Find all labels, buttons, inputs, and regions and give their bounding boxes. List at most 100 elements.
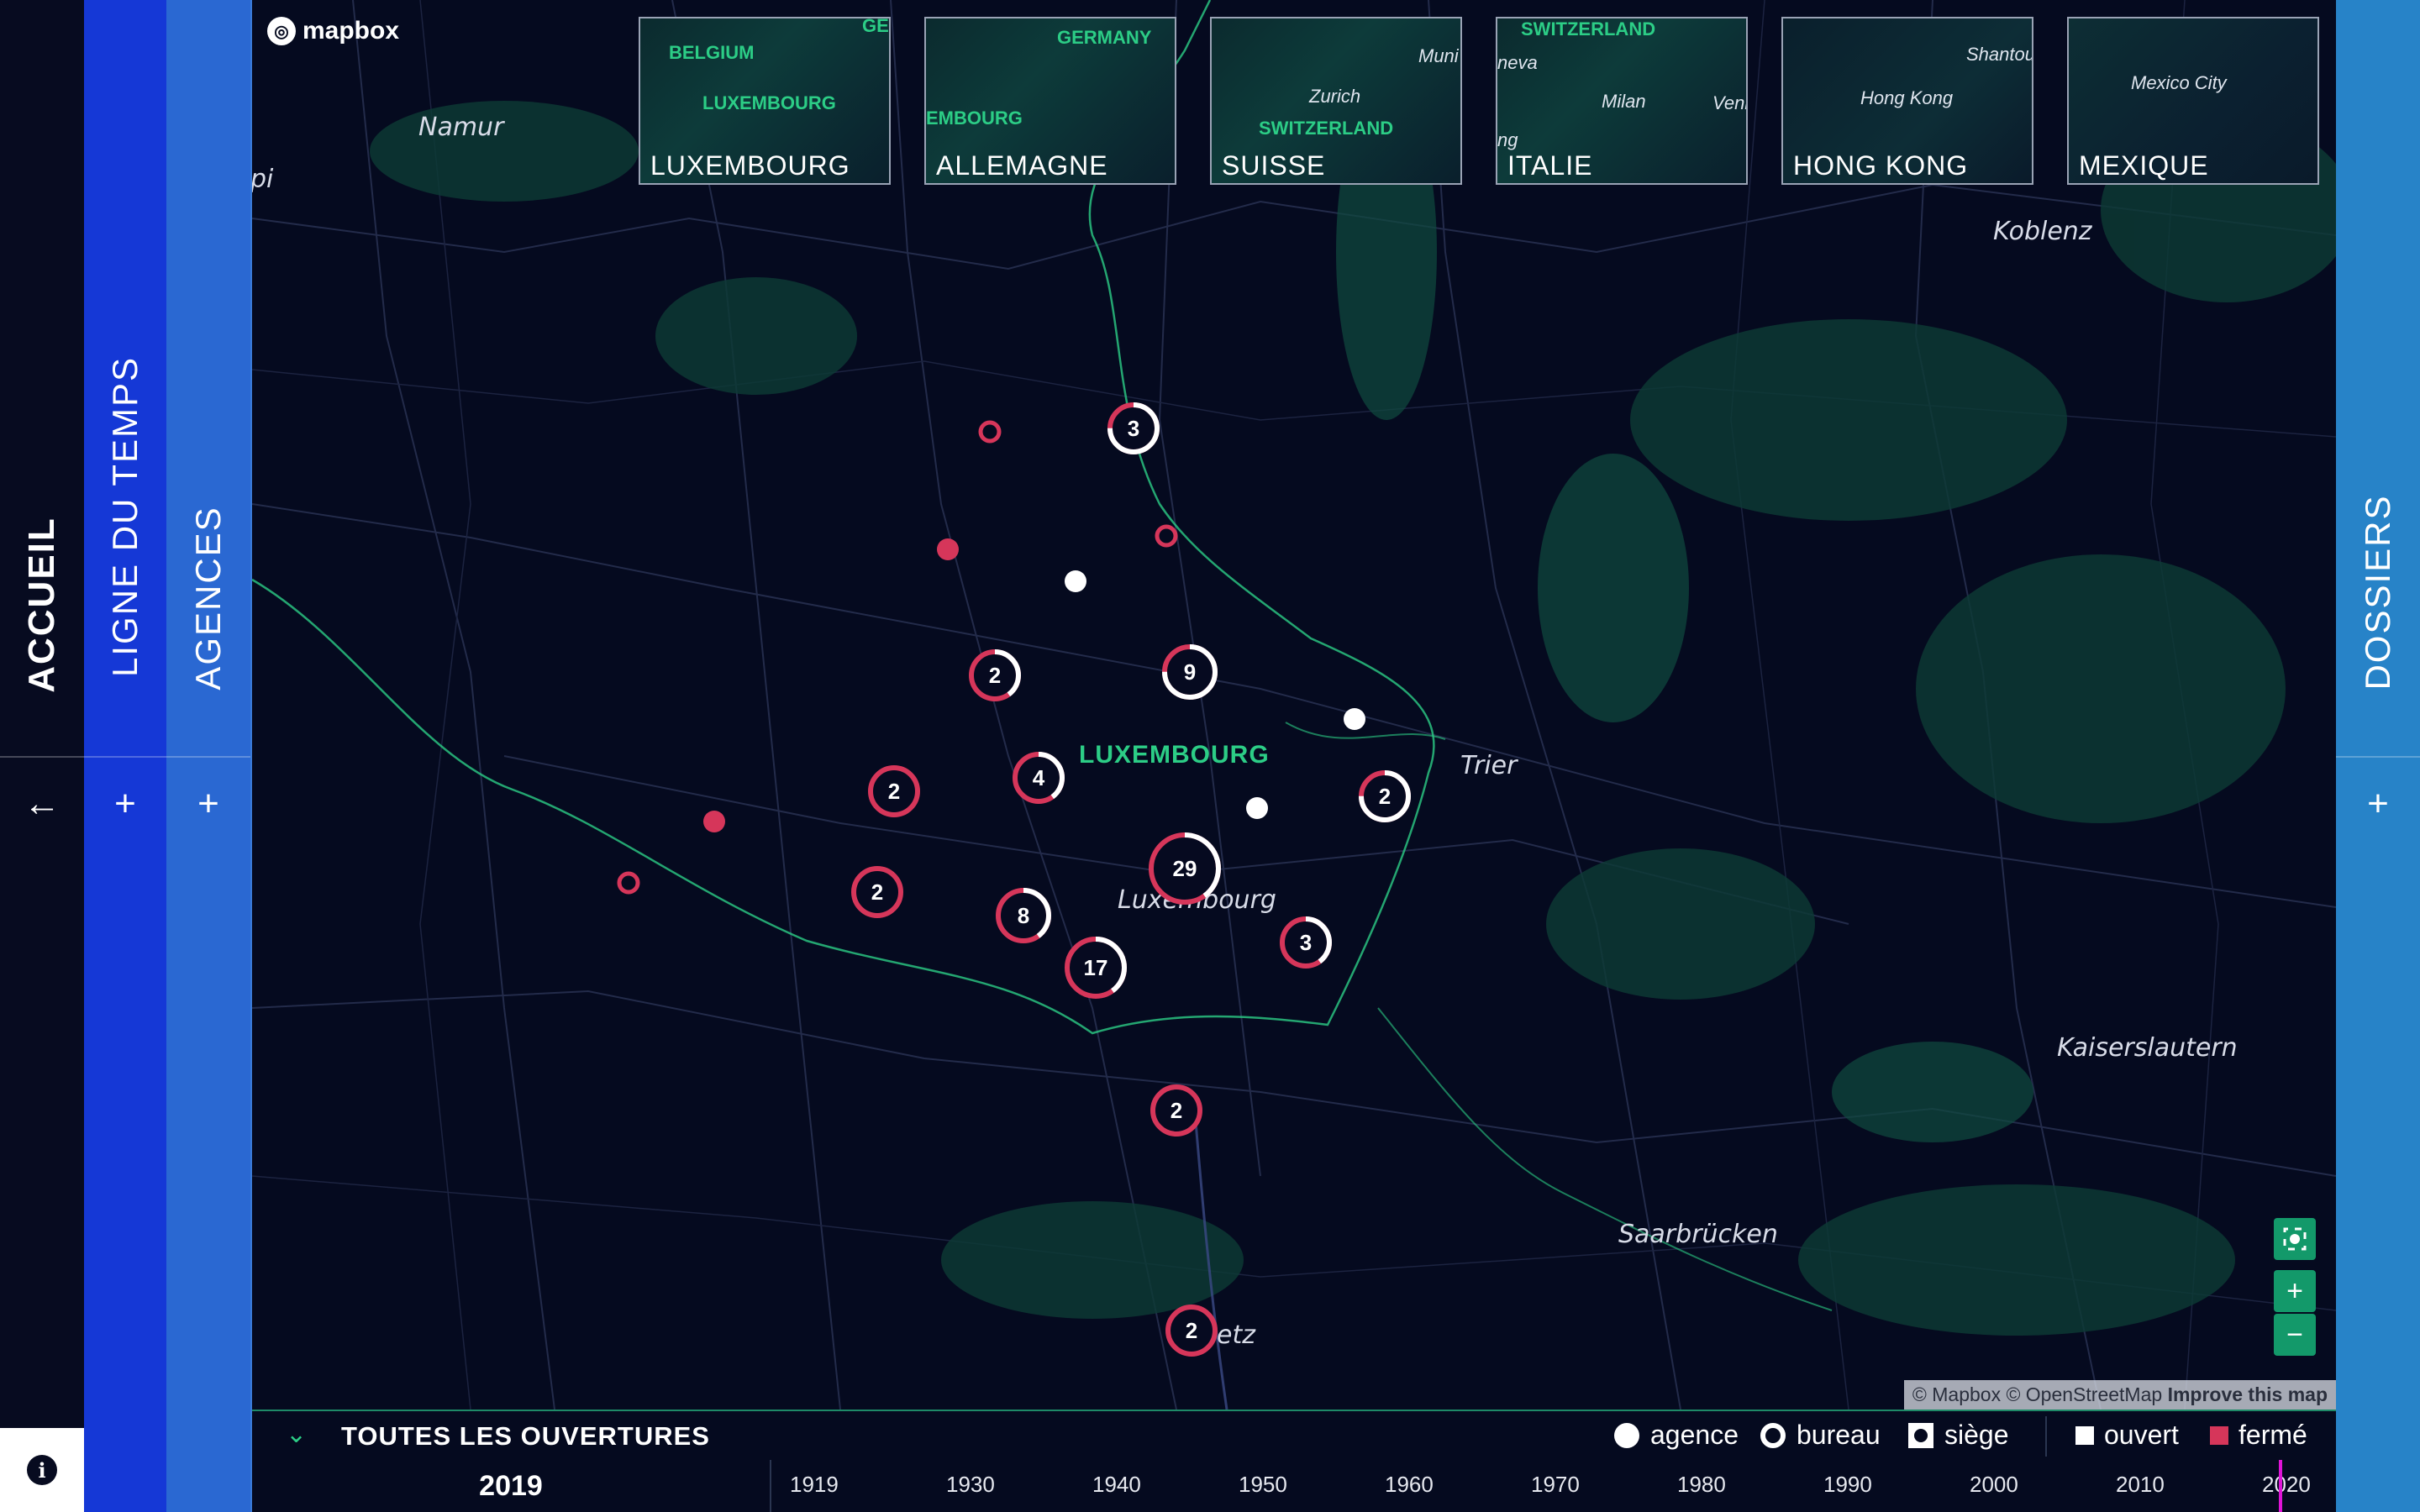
minimap-luxembourg[interactable]: BELGIUM LUXEMBOURG GE LUXEMBOURG [639,17,891,185]
timeline-tick[interactable]: 1960 [1385,1472,1434,1498]
cluster-count: 2 [888,779,900,804]
improve-map-link[interactable]: Improve this map [2168,1383,2328,1405]
tab-dossiers[interactable]: DOSSIERS + [2336,0,2420,1512]
minimap-title: MEXIQUE [2079,150,2209,181]
divider [0,756,84,758]
expand-plus-icon[interactable]: + [2336,785,2420,822]
minimap-label: Mexico City [2131,72,2227,93]
filter-title[interactable]: TOUTES LES OUVERTURES [341,1421,710,1452]
timeline-tick[interactable]: 1919 [790,1472,839,1498]
timeline-tick[interactable]: 2020 [2262,1472,2311,1498]
cluster-count: 2 [1379,784,1391,809]
divider [84,756,166,758]
minimap-label: BELGIUM [669,42,755,63]
timeline-tick[interactable]: 1940 [1092,1472,1141,1498]
tab-ligne-du-temps[interactable]: LIGNE DU TEMPS + [84,0,166,1512]
agence-dot-icon [1614,1422,1639,1448]
legend-ouvert[interactable]: ouvert [2075,1420,2179,1451]
minimap-label: GE [862,17,889,36]
ferme-square-icon [2210,1425,2228,1445]
cluster-marker[interactable]: 2 [868,765,920,817]
minimap-suisse[interactable]: Zurich SWITZERLAND Muni SUISSE [1210,17,1462,185]
timeline-cursor[interactable] [2279,1460,2282,1512]
markers-layer[interactable]: 3 9 2 4 2 2 29 2 8 17 3 2 2 [252,0,2336,1410]
agence-marker[interactable] [1246,797,1268,819]
minimap-label: EMBOURG [926,108,1023,129]
cluster-marker[interactable]: 3 [1280,916,1332,969]
expand-plus-icon[interactable]: + [166,785,250,822]
timeline-tick[interactable]: 2000 [1970,1472,2018,1498]
divider [2336,756,2420,758]
minimap-italie[interactable]: SWITZERLAND Milan neva Veni ng ITALIE [1496,17,1748,185]
minimap-title: ALLEMAGNE [936,150,1108,181]
tab-dossiers-label: DOSSIERS [2358,494,2397,690]
timeline-tick[interactable]: 1930 [946,1472,995,1498]
timeline-tick[interactable]: 1980 [1677,1472,1726,1498]
minimap-label: Milan [1602,91,1646,112]
cluster-count: 2 [989,663,1001,688]
back-arrow-icon[interactable]: ← [0,785,84,822]
target-icon [2283,1227,2307,1251]
cluster-marker[interactable]: 17 [1065,937,1127,999]
minimap-label: ng [1497,129,1518,150]
divider [2045,1416,2047,1457]
siege-square-icon [1908,1422,1933,1448]
minimap-allemagne[interactable]: GERMANY EMBOURG ALLEMAGNE [924,17,1176,185]
cluster-count: 3 [1128,416,1139,441]
minimap-label: LUXEMBOURG [702,92,836,113]
cluster-marker[interactable]: 29 [1149,832,1221,905]
info-button[interactable]: i [0,1428,84,1512]
minimap-label: neva [1497,52,1538,73]
cluster-marker[interactable]: 2 [1165,1305,1218,1357]
timeline[interactable]: 2019 1919 1930 1940 1950 1960 1970 1980 … [252,1460,2336,1512]
timeline-tick[interactable]: 1970 [1531,1472,1580,1498]
cluster-marker[interactable]: 2 [1150,1084,1202,1137]
zoom-out-button[interactable]: − [2274,1314,2316,1356]
cluster-marker[interactable]: 8 [996,888,1051,943]
timeline-tick[interactable]: 2010 [2116,1472,2165,1498]
cluster-count: 2 [1171,1098,1182,1123]
tab-accueil[interactable]: ACCUEIL ← i [0,0,86,1512]
zoom-in-button[interactable]: + [2274,1270,2316,1312]
legend-agence[interactable]: agence [1613,1420,1739,1451]
minimap-label: Muni [1418,45,1459,66]
cluster-marker[interactable]: 3 [1107,402,1160,454]
timeline-tick[interactable]: 1950 [1239,1472,1287,1498]
cluster-count: 4 [1033,765,1045,790]
closed-ring-marker[interactable] [978,420,1002,444]
bureau-ring-icon [1760,1422,1786,1448]
minimap-title: LUXEMBOURG [650,150,850,181]
cluster-marker[interactable]: 2 [851,866,903,918]
cluster-marker[interactable]: 2 [1359,770,1411,822]
cluster-marker[interactable]: 9 [1162,644,1218,700]
closed-ring-marker[interactable] [1155,524,1178,548]
cluster-marker[interactable]: 2 [969,649,1021,701]
agence-marker[interactable] [1344,708,1365,730]
tab-agences[interactable]: AGENCES + [166,0,252,1512]
tab-agences-label: AGENCES [188,506,228,690]
tab-ligne-du-temps-label: LIGNE DU TEMPS [105,356,145,677]
minimap-mexique[interactable]: Mexico City MEXIQUE [2067,17,2319,185]
locate-target-icon[interactable] [2274,1218,2316,1260]
legend-bureau[interactable]: bureau [1760,1420,1881,1451]
info-icon: i [27,1455,57,1485]
cluster-count: 2 [871,879,883,905]
minimap-label: Shantou [1966,44,2033,65]
timeline-tick[interactable]: 1990 [1823,1472,1872,1498]
agence-marker[interactable] [1065,570,1086,592]
closed-marker[interactable] [703,811,725,832]
map-canvas[interactable]: ◎ mapbox Namur Koblenz Trier Luxembourg … [252,0,2336,1410]
legend-siege[interactable]: siège [1907,1420,2009,1451]
minimap-hong-kong[interactable]: Hong Kong Shantou HONG KONG [1781,17,2033,185]
cluster-count: 3 [1300,930,1312,955]
cluster-marker[interactable]: 4 [1013,752,1065,804]
closed-ring-marker[interactable] [617,871,640,895]
legend-bar: ⌄ TOUTES LES OUVERTURES agence bureau si… [252,1410,2336,1462]
expand-plus-icon[interactable]: + [84,785,166,822]
minimap-label: SWITZERLAND [1521,18,1656,39]
current-year: 2019 [252,1460,771,1512]
chevron-down-icon[interactable]: ⌄ [286,1420,307,1449]
closed-marker[interactable] [937,538,959,560]
minimap-title: HONG KONG [1793,150,1969,181]
legend-ferme[interactable]: fermé [2210,1420,2307,1451]
